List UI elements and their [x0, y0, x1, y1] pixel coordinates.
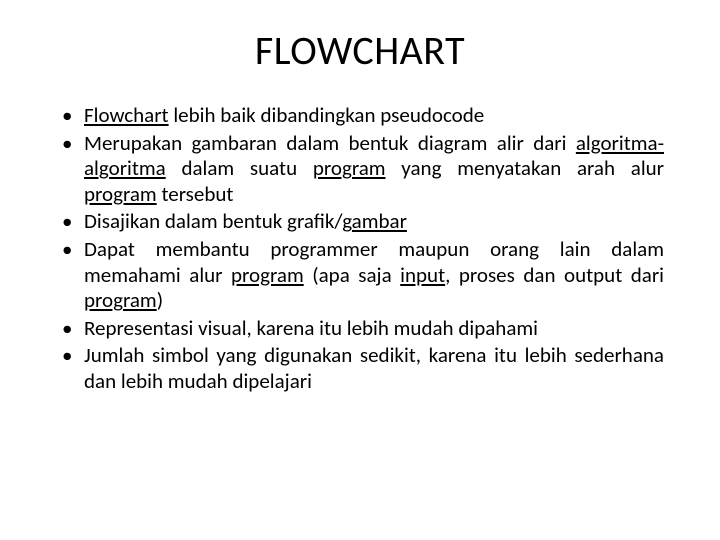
text: Representasi visual, karena itu lebih mu…: [84, 315, 538, 341]
text: (apa saja: [304, 262, 400, 288]
underlined-term: program: [84, 287, 157, 313]
underlined-term: program: [84, 181, 157, 207]
list-item: Dapat membantu programmer maupun orang l…: [56, 237, 664, 314]
bullet-list: Flowchart lebih baik dibandingkan pseudo…: [56, 103, 664, 395]
text: lebih baik dibandingkan pseudocode: [169, 102, 485, 128]
text: dalam suatu: [166, 155, 313, 181]
underlined-term: Flowchart: [84, 102, 169, 128]
slide: FLOWCHART Flowchart lebih baik dibanding…: [0, 0, 720, 540]
text: yang menyatakan arah alur: [386, 155, 664, 181]
list-item: Merupakan gambaran dalam bentuk diagram …: [56, 131, 664, 208]
underlined-term: gambar: [342, 208, 407, 234]
text: tersebut: [157, 181, 234, 207]
text: ): [157, 287, 163, 313]
list-item: Jumlah simbol yang digunakan sedikit, ka…: [56, 343, 664, 394]
text: , proses dan output dari: [445, 262, 664, 288]
underlined-term: program: [231, 262, 304, 288]
list-item: Disajikan dalam bentuk grafik/gambar: [56, 209, 664, 235]
underlined-term: input: [400, 262, 445, 288]
page-title: FLOWCHART: [56, 26, 664, 75]
list-item: Representasi visual, karena itu lebih mu…: [56, 316, 664, 342]
underlined-term: program: [313, 155, 386, 181]
text: Merupakan gambaran dalam bentuk diagram …: [84, 130, 576, 156]
text: Disajikan dalam bentuk grafik/: [84, 208, 342, 234]
list-item: Flowchart lebih baik dibandingkan pseudo…: [56, 103, 664, 129]
text: Jumlah simbol yang digunakan sedikit, ka…: [84, 342, 664, 394]
